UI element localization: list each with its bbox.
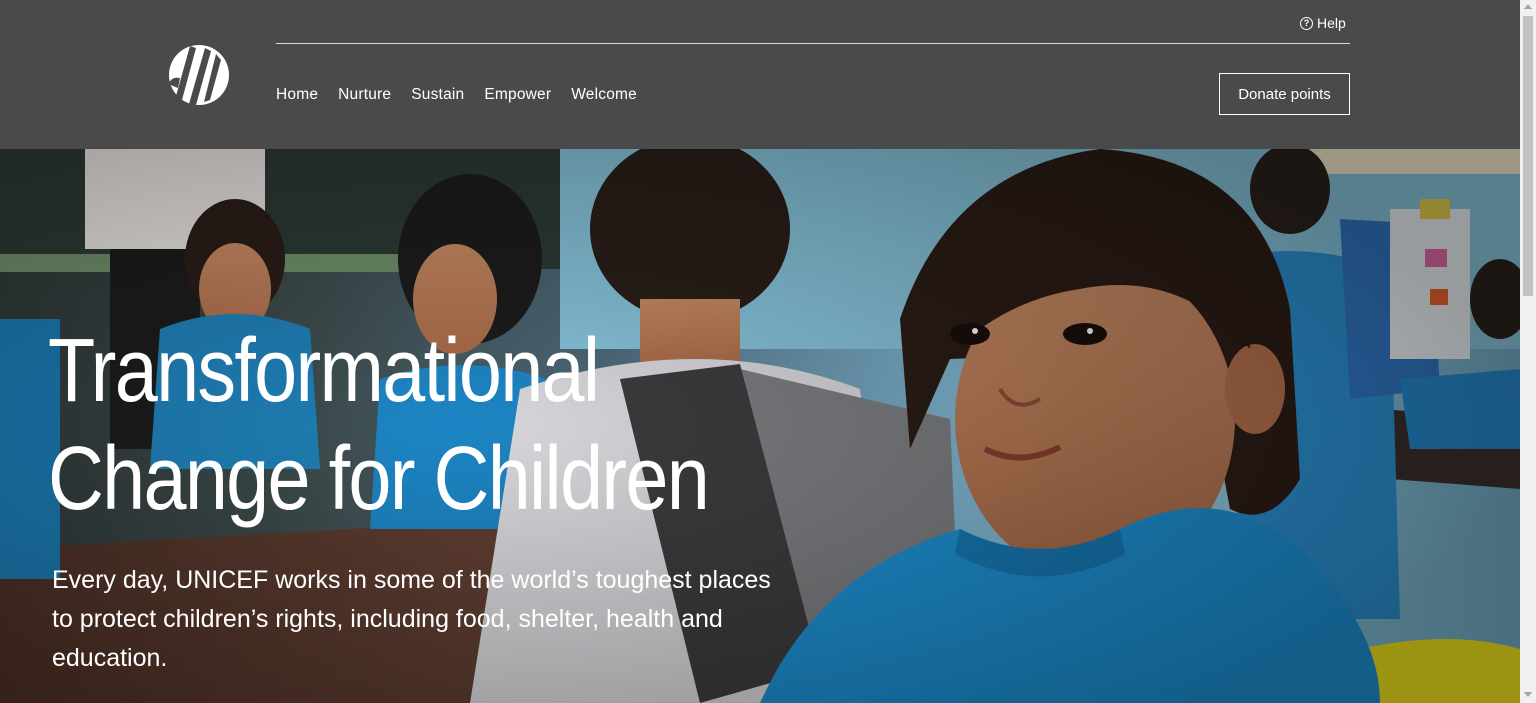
hero-title-line-2: Change for Children: [48, 429, 710, 529]
nav-sustain[interactable]: Sustain: [411, 86, 464, 104]
nav-welcome[interactable]: Welcome: [571, 86, 637, 104]
main-nav: Home Nurture Sustain Empower Welcome: [276, 86, 637, 104]
vertical-scrollbar[interactable]: [1520, 0, 1536, 703]
logo-icon: [168, 45, 229, 105]
brand-logo[interactable]: [168, 44, 230, 106]
donate-points-button[interactable]: Donate points: [1219, 73, 1350, 115]
scroll-down-arrow-icon[interactable]: [1524, 692, 1532, 697]
help-link[interactable]: ? Help: [1300, 14, 1346, 32]
hero-subtitle: Every day, UNICEF works in some of the w…: [52, 566, 771, 672]
scroll-thumb[interactable]: [1523, 16, 1533, 296]
hero-banner: Transformational Change for Children Eve…: [0, 149, 1520, 703]
help-label: Help: [1317, 15, 1346, 31]
site-header: ? Help Home Nurture Sustain Empower Welc…: [0, 0, 1520, 149]
hero-title: Transformational Change for Children: [48, 317, 710, 533]
hero-title-line-1: Transformational: [48, 321, 600, 421]
nav-empower[interactable]: Empower: [484, 86, 551, 104]
nav-home[interactable]: Home: [276, 86, 318, 104]
question-circle-icon: ?: [1300, 16, 1313, 30]
header-divider: [276, 43, 1350, 44]
scroll-up-arrow-icon[interactable]: [1524, 4, 1532, 9]
nav-nurture[interactable]: Nurture: [338, 86, 391, 104]
